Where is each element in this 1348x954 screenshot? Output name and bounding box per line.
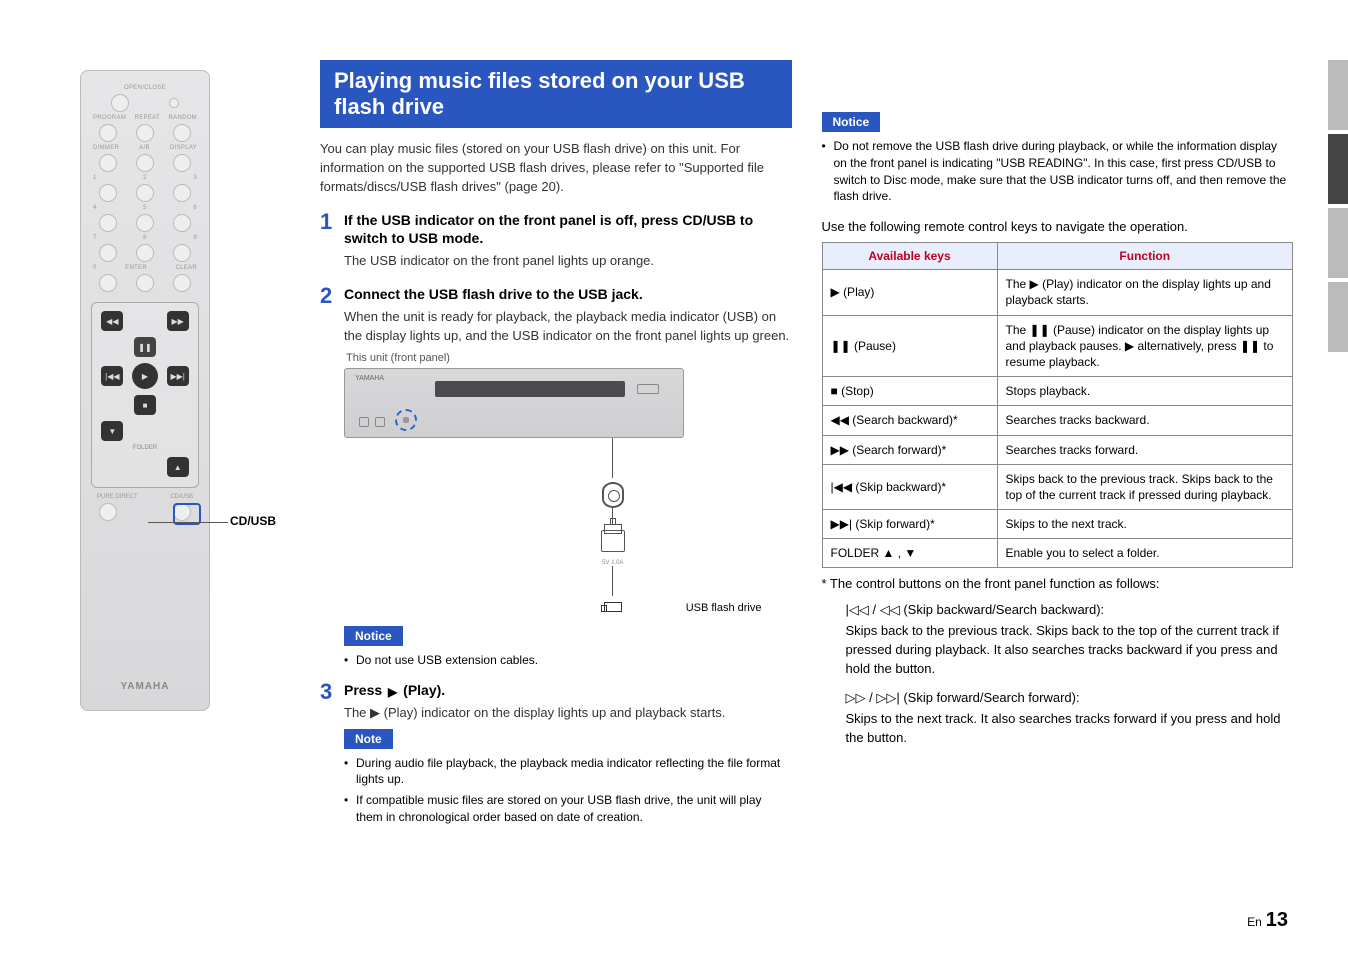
notice-tag-right: Notice xyxy=(822,112,881,132)
flash-drive-icon xyxy=(604,602,622,612)
col-function: Function xyxy=(997,243,1293,270)
step-2: 2 Connect the USB flash drive to the USB… xyxy=(320,285,792,672)
intro-text: You can play music files (stored on your… xyxy=(320,140,792,197)
table-row: FOLDER ▲ , ▼Enable you to select a folde… xyxy=(822,539,1293,568)
remote-control-diagram: OPEN/CLOSE PROGRAMREPEATRANDOM DIMMERA/B… xyxy=(80,70,210,711)
col-keys: Available keys xyxy=(822,243,997,270)
footnote-skip-backward: |◁◁ / ◁◁ (Skip backward/Search backward)… xyxy=(846,601,1294,678)
table-row: ▶▶| (Skip forward)*Skips to the next tra… xyxy=(822,510,1293,539)
footnote: * The control buttons on the front panel… xyxy=(822,576,1294,591)
step-3: 3 Press (Play). The ▶ (Play) indicator o… xyxy=(320,681,792,830)
remote-keys-table: Available keys Function ▶ (Play)The ▶ (P… xyxy=(822,242,1294,568)
page-number: En13 xyxy=(1247,909,1288,932)
table-row: ❚❚ (Pause)The ❚❚ (Pause) indicator on th… xyxy=(822,315,1293,377)
table-row: ▶ (Play)The ▶ (Play) indicator on the di… xyxy=(822,270,1293,315)
table-row: |◀◀ (Skip backward)*Skips back to the pr… xyxy=(822,464,1293,509)
play-icon xyxy=(386,682,399,698)
table-lead: Use the following remote control keys to… xyxy=(822,219,1294,234)
section-heading: Playing music files stored on your USB f… xyxy=(320,60,792,128)
table-row: ■ (Stop)Stops playback. xyxy=(822,377,1293,406)
usb-port-icon xyxy=(593,528,633,558)
table-row: ◀◀ (Search backward)*Searches tracks bac… xyxy=(822,406,1293,435)
flash-drive-label: USB flash drive xyxy=(686,602,762,614)
disc-icon xyxy=(602,482,624,508)
front-panel-diagram: YAMAHA xyxy=(344,368,684,438)
note-tag: Note xyxy=(344,729,393,749)
remote-callout-label: CD/USB xyxy=(230,514,276,528)
front-panel-caption: This unit (front panel) xyxy=(346,352,792,364)
table-row: ▶▶ (Search forward)*Searches tracks forw… xyxy=(822,435,1293,464)
notice-tag: Notice xyxy=(344,626,403,646)
step-1: 1 If the USB indicator on the front pane… xyxy=(320,211,792,278)
footnote-skip-forward: ▷▷ / ▷▷| (Skip forward/Search forward): … xyxy=(846,689,1294,748)
side-tabs xyxy=(1328,60,1348,356)
brand-logo: YAMAHA xyxy=(89,681,201,692)
